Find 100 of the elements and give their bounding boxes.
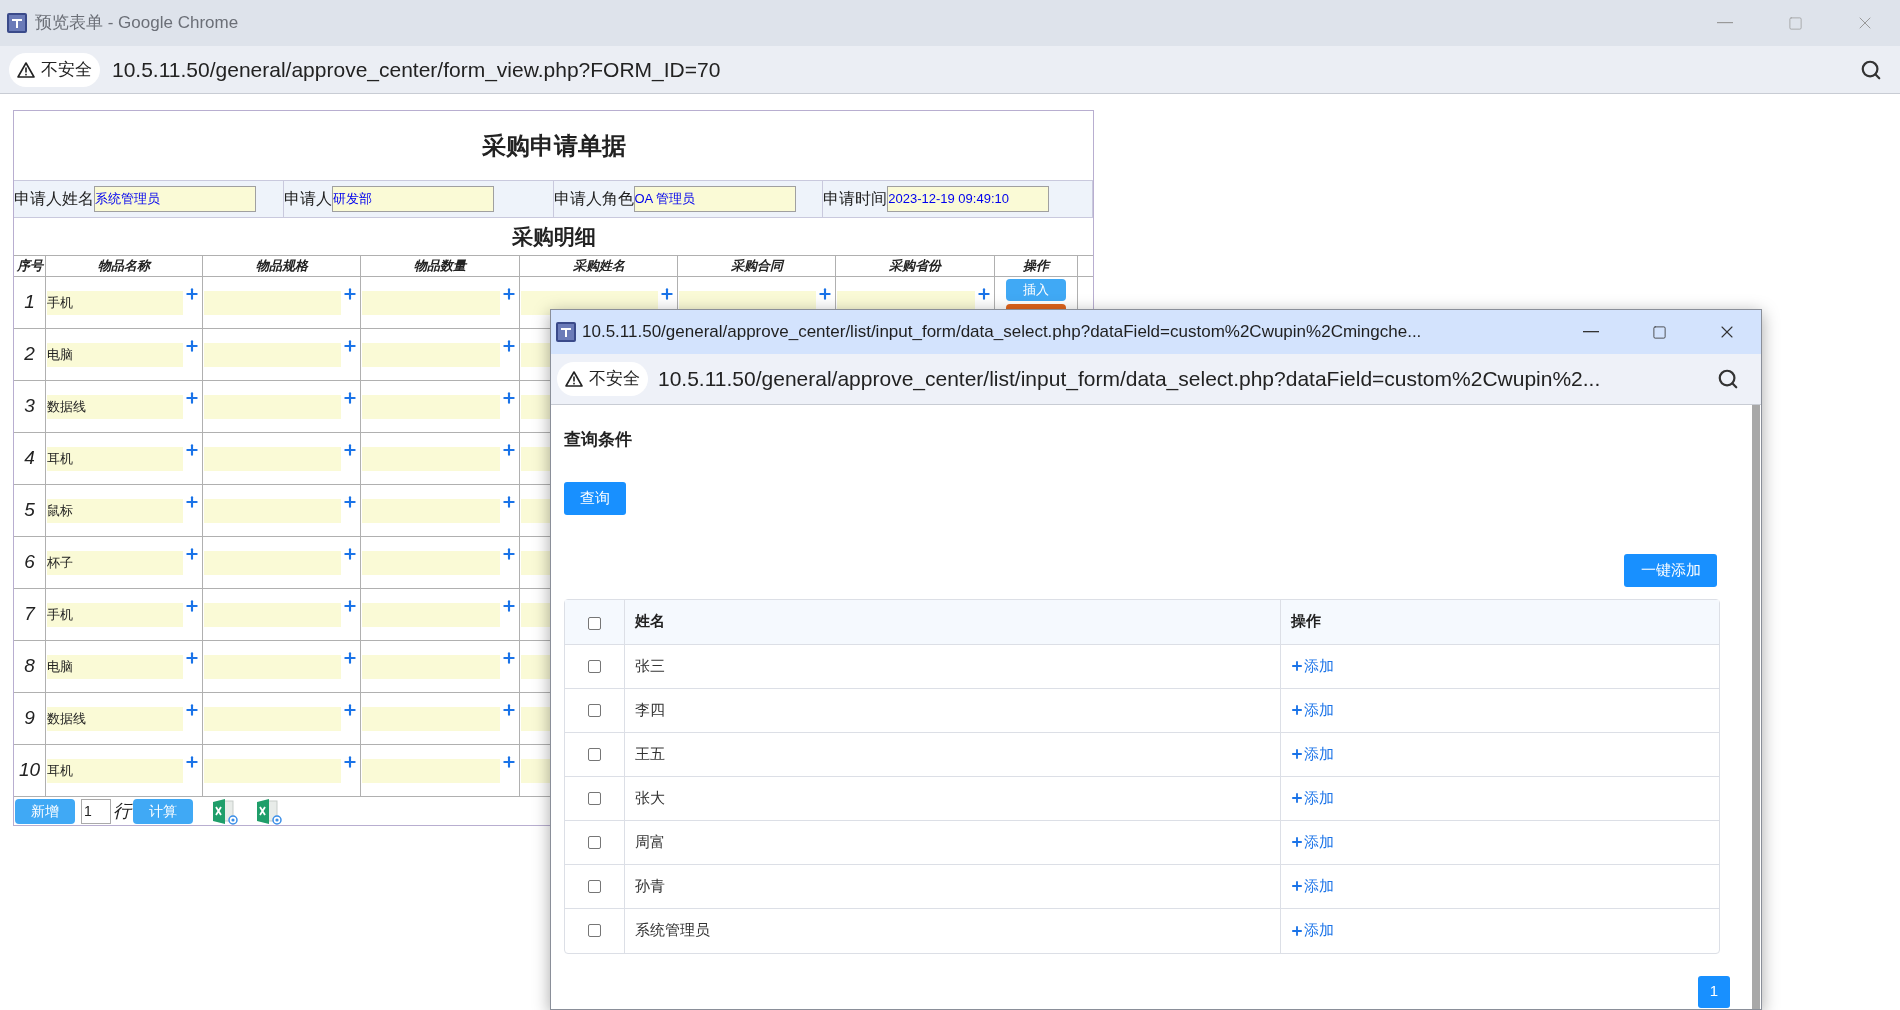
input-field[interactable]: 2023-12-19 09:49:10: [887, 186, 1050, 212]
add-icon[interactable]: [184, 650, 200, 666]
checkbox[interactable]: [588, 835, 601, 849]
add-icon[interactable]: [976, 286, 992, 302]
add-link[interactable]: 添加: [1290, 742, 1334, 766]
input-field[interactable]: 杯子: [47, 551, 183, 575]
add-icon[interactable]: [184, 546, 200, 562]
add-icon[interactable]: [342, 286, 358, 302]
add-icon[interactable]: [501, 390, 517, 406]
input-field[interactable]: [362, 759, 500, 783]
field-label: 申请人: [283, 189, 332, 209]
add-link[interactable]: 添加: [1290, 698, 1334, 722]
checkbox[interactable]: [588, 747, 601, 761]
input-field[interactable]: [204, 291, 341, 315]
add-link[interactable]: 添加: [1290, 874, 1334, 898]
add-icon[interactable]: [501, 286, 517, 302]
add-icon[interactable]: [342, 494, 358, 510]
add-icon[interactable]: [184, 702, 200, 718]
field-label: 申请时间: [823, 189, 888, 209]
add-icon[interactable]: [342, 702, 358, 718]
add-icon[interactable]: [184, 390, 200, 406]
input-field[interactable]: 研发部: [331, 186, 494, 212]
add-icon[interactable]: [184, 494, 200, 510]
add-icon[interactable]: [501, 338, 517, 354]
input-field[interactable]: 手机: [47, 291, 183, 315]
warning-icon: [17, 61, 35, 78]
input-field[interactable]: [362, 291, 500, 315]
search-icon[interactable]: [1717, 368, 1739, 390]
input-field[interactable]: OA 管理员: [633, 186, 796, 212]
add-link[interactable]: 添加: [1290, 919, 1334, 942]
input-field[interactable]: [362, 499, 500, 523]
checkbox[interactable]: [588, 924, 601, 937]
excel-icon[interactable]: [211, 797, 239, 825]
security-chip[interactable]: 不安全: [557, 362, 648, 396]
input-field[interactable]: 手机: [47, 603, 183, 627]
input-field[interactable]: [204, 707, 341, 731]
add-icon[interactable]: [184, 442, 200, 458]
add-icon[interactable]: [342, 598, 358, 614]
input-field[interactable]: 系统管理员: [94, 186, 256, 212]
add-icon[interactable]: [342, 338, 358, 354]
add-icon[interactable]: [501, 494, 517, 510]
input-field[interactable]: 数据线: [47, 395, 183, 419]
input-field[interactable]: [362, 655, 500, 679]
row-count-field[interactable]: 1: [81, 798, 111, 824]
input-field[interactable]: [362, 343, 500, 367]
input-field[interactable]: [362, 603, 500, 627]
url-text[interactable]: 10.5.11.50/general/approve_center/form_view.php?FORM_ID=70: [112, 53, 721, 86]
scrollbar[interactable]: [1752, 405, 1760, 1009]
input-field[interactable]: [204, 447, 341, 471]
input-field[interactable]: 耳机: [47, 447, 183, 471]
input-field[interactable]: [204, 655, 341, 679]
input-field[interactable]: [362, 707, 500, 731]
row-number: 3: [24, 394, 35, 419]
input-field[interactable]: 数据线: [47, 707, 183, 731]
row-unit-label: 行: [113, 799, 131, 823]
input-field[interactable]: 耳机: [47, 759, 183, 783]
add-icon[interactable]: [342, 650, 358, 666]
add-icon[interactable]: [184, 598, 200, 614]
add-icon[interactable]: [501, 442, 517, 458]
security-chip[interactable]: 不安全: [9, 52, 100, 87]
input-field[interactable]: [204, 603, 341, 627]
checkbox[interactable]: [588, 703, 601, 717]
column-header: 采购合同: [730, 257, 783, 276]
add-icon[interactable]: [501, 598, 517, 614]
add-link[interactable]: 添加: [1290, 830, 1334, 854]
add-icon[interactable]: [501, 546, 517, 562]
add-icon[interactable]: [184, 338, 200, 354]
add-icon[interactable]: [342, 546, 358, 562]
input-field[interactable]: [204, 395, 341, 419]
input-field[interactable]: [204, 499, 341, 523]
add-icon[interactable]: [501, 754, 517, 770]
add-icon[interactable]: [184, 286, 200, 302]
input-field[interactable]: [362, 395, 500, 419]
add-link[interactable]: 添加: [1290, 786, 1334, 810]
input-field[interactable]: [204, 759, 341, 783]
input-field[interactable]: 电脑: [47, 655, 183, 679]
plus-icon: [1290, 659, 1304, 673]
add-link[interactable]: 添加: [1290, 654, 1334, 678]
excel-icon[interactable]: [255, 797, 283, 825]
warning-icon: [565, 371, 583, 387]
add-icon[interactable]: [659, 286, 675, 302]
checkbox[interactable]: [588, 617, 601, 630]
add-icon[interactable]: [501, 650, 517, 666]
checkbox[interactable]: [588, 879, 601, 893]
input-field[interactable]: 鼠标: [47, 499, 183, 523]
input-field[interactable]: [362, 447, 500, 471]
checkbox[interactable]: [588, 659, 601, 673]
input-field[interactable]: [204, 343, 341, 367]
input-field[interactable]: 电脑: [47, 343, 183, 367]
search-icon[interactable]: [1860, 58, 1882, 81]
input-field[interactable]: [204, 551, 341, 575]
url-text[interactable]: 10.5.11.50/general/approve_center/list/input_form/data_select.php?dataField=custom%2Cwupin%2...: [658, 363, 1601, 395]
add-icon[interactable]: [342, 442, 358, 458]
add-icon[interactable]: [817, 286, 833, 302]
checkbox[interactable]: [588, 791, 601, 805]
add-icon[interactable]: [184, 754, 200, 770]
add-icon[interactable]: [342, 754, 358, 770]
add-icon[interactable]: [501, 702, 517, 718]
input-field[interactable]: [362, 551, 500, 575]
add-icon[interactable]: [342, 390, 358, 406]
